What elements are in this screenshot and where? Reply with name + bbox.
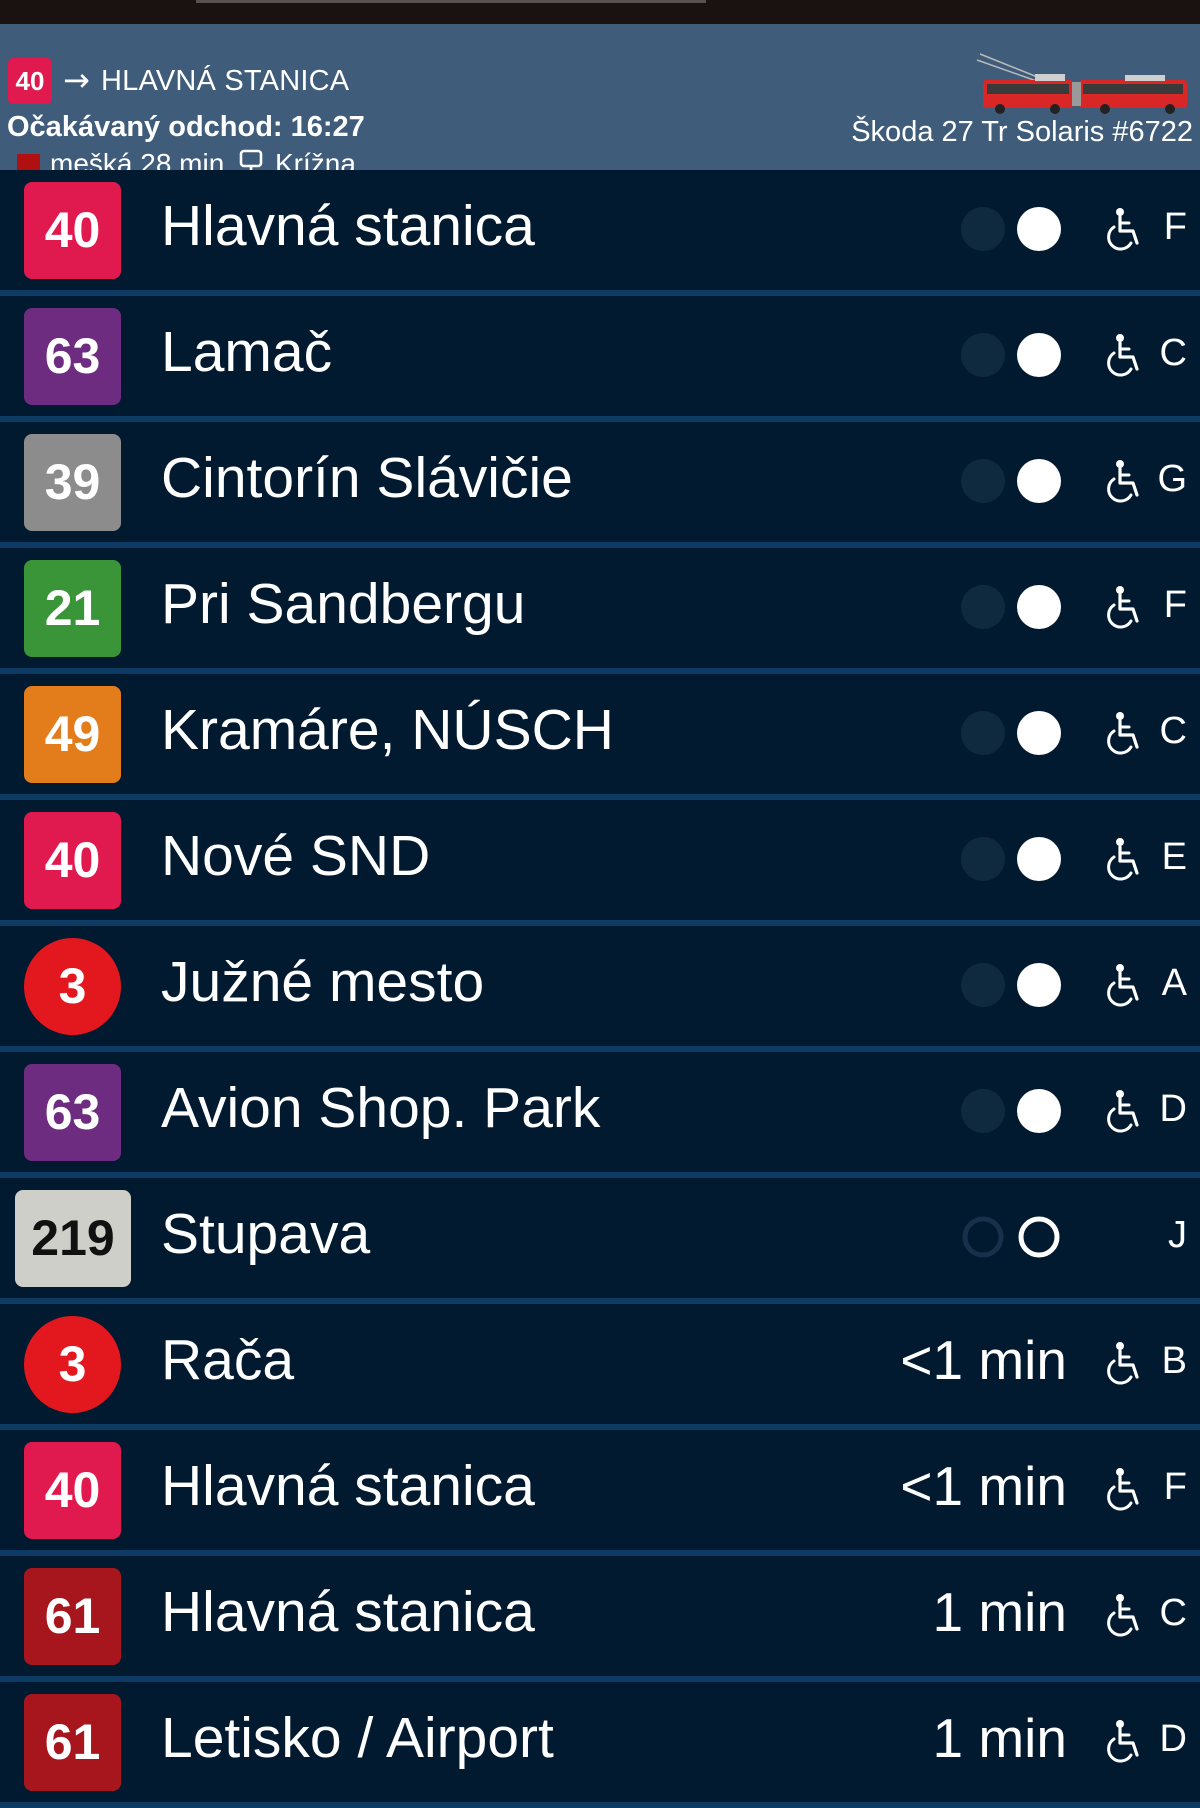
line-badge: 61: [24, 1694, 121, 1791]
line-badge: 40: [24, 812, 121, 909]
platform-label: A: [1161, 962, 1187, 1004]
platform-label: J: [1168, 1214, 1187, 1256]
wheelchair-icon: [1103, 1593, 1145, 1639]
line-badge: 21: [24, 560, 121, 657]
status-bar-line: [196, 0, 706, 3]
wheelchair-icon: [1103, 837, 1145, 883]
row-divider: [0, 1802, 1200, 1808]
destination-label: Nové SND: [161, 824, 431, 888]
destination-label: Letisko / Airport: [161, 1706, 554, 1770]
realtime-indicator-icon: [961, 1089, 1061, 1133]
platform-label: B: [1161, 1340, 1187, 1382]
destination-label: Avion Shop. Park: [161, 1076, 601, 1140]
wheelchair-icon: [1103, 1719, 1145, 1765]
platform-label: F: [1163, 1466, 1187, 1508]
destination-label: Hlavná stanica: [161, 1454, 535, 1518]
departure-row[interactable]: 40 Hlavná stanica F: [0, 170, 1200, 284]
departure-row[interactable]: 40 Hlavná stanica <1 min F: [0, 1430, 1200, 1544]
header-destination: HLAVNÁ STANICA: [101, 65, 350, 97]
platform-label: D: [1159, 1718, 1187, 1760]
vehicle-info: Škoda 27 Tr Solaris #6722: [851, 116, 1193, 148]
destination-label: Južné mesto: [161, 950, 485, 1014]
departure-row[interactable]: 61 Letisko / Airport 1 min D: [0, 1682, 1200, 1796]
realtime-indicator-icon: [961, 837, 1061, 881]
destination-label: Pri Sandbergu: [161, 572, 526, 636]
line-badge: 40: [24, 1442, 121, 1539]
destination-label: Stupava: [161, 1202, 371, 1266]
line-badge: 49: [24, 686, 121, 783]
scheduled-indicator-icon: [962, 1216, 1060, 1258]
wheelchair-icon: [1103, 333, 1145, 379]
destination-label: Kramáre, NÚSCH: [161, 698, 614, 762]
realtime-indicator-icon: [961, 963, 1061, 1007]
destination-label: Lamač: [161, 320, 333, 384]
platform-label: G: [1157, 458, 1187, 500]
departure-row[interactable]: 63 Lamač C: [0, 296, 1200, 410]
line-badge: 40: [24, 182, 121, 279]
destination-label: Rača: [161, 1328, 295, 1392]
departure-row[interactable]: 49 Kramáre, NÚSCH C: [0, 674, 1200, 788]
line-badge: 3: [24, 1316, 121, 1413]
wheelchair-icon: [1103, 1341, 1145, 1387]
expected-departure: Očakávaný odchod: 16:27: [7, 111, 365, 143]
wheelchair-icon: [1103, 1467, 1145, 1513]
destination-label: Cintorín Slávičie: [161, 446, 573, 510]
realtime-indicator-icon: [961, 711, 1061, 755]
departure-row[interactable]: 219 Stupava J: [0, 1178, 1200, 1292]
line-badge: 61: [24, 1568, 121, 1665]
platform-label: D: [1159, 1088, 1187, 1130]
system-status-bar: [0, 0, 1200, 24]
wheelchair-icon: [1103, 963, 1145, 1009]
wheelchair-icon: [1103, 585, 1145, 631]
realtime-indicator-icon: [961, 333, 1061, 377]
trolleybus-image: [976, 53, 1187, 114]
destination-label: Hlavná stanica: [161, 194, 535, 258]
platform-label: F: [1163, 206, 1187, 248]
departure-time: 1 min: [932, 1707, 1068, 1769]
platform-label: C: [1159, 332, 1187, 374]
departure-header[interactable]: 40 → HLAVNÁ STANICA Očakávaný odchod: 16…: [0, 24, 1200, 179]
departure-row[interactable]: 63 Avion Shop. Park D: [0, 1052, 1200, 1166]
line-badge: 63: [24, 308, 121, 405]
departure-row[interactable]: 40 Nové SND E: [0, 800, 1200, 914]
realtime-indicator-icon: [961, 459, 1061, 503]
platform-label: E: [1161, 836, 1187, 878]
departure-time: <1 min: [900, 1329, 1067, 1391]
line-badge: 219: [15, 1190, 131, 1287]
departure-row[interactable]: 61 Hlavná stanica 1 min C: [0, 1556, 1200, 1670]
realtime-indicator-icon: [961, 585, 1061, 629]
line-badge: 63: [24, 1064, 121, 1161]
departure-list: 40 Hlavná stanica F 63 Lamač C 39 Cintorín Sláv…: [0, 170, 1200, 1808]
header-line-badge: 40: [8, 58, 52, 104]
line-badge: 39: [24, 434, 121, 531]
platform-label: C: [1159, 710, 1187, 752]
direction-arrow-icon: →: [63, 61, 90, 99]
departure-time: <1 min: [900, 1455, 1067, 1517]
realtime-indicator-icon: [961, 207, 1061, 251]
platform-label: C: [1159, 1592, 1187, 1634]
line-badge: 3: [24, 938, 121, 1035]
wheelchair-icon: [1103, 207, 1145, 253]
wheelchair-icon: [1103, 1089, 1145, 1135]
departure-row[interactable]: 39 Cintorín Slávičie G: [0, 422, 1200, 536]
wheelchair-icon: [1103, 711, 1145, 757]
departure-time: 1 min: [932, 1581, 1068, 1643]
departure-row[interactable]: 21 Pri Sandbergu F: [0, 548, 1200, 662]
departure-row[interactable]: 3 Južné mesto A: [0, 926, 1200, 1040]
wheelchair-icon: [1103, 459, 1145, 505]
platform-label: F: [1163, 584, 1187, 626]
destination-label: Hlavná stanica: [161, 1580, 535, 1644]
departure-row[interactable]: 3 Rača <1 min B: [0, 1304, 1200, 1418]
